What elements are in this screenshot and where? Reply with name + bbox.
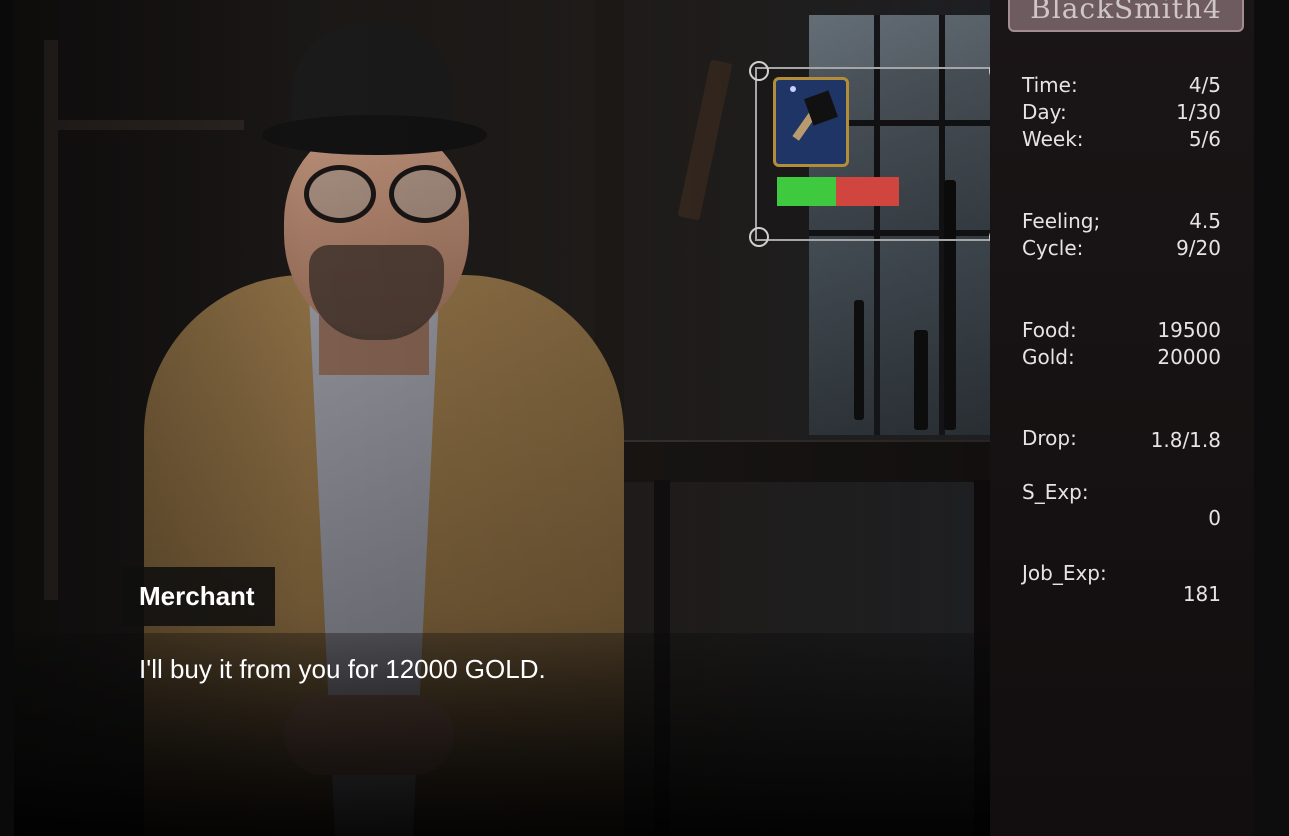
hammer-icon[interactable] [773,77,849,167]
game-logo: BlackSmith4 [1008,0,1244,32]
stat-food-value: 19500 [1157,318,1221,342]
ornament-corner [749,227,769,247]
stat-day-label: Day: [1022,100,1067,124]
stat-week-label: Week: [1022,127,1084,151]
forging-progress-fill [777,177,836,206]
stat-s-exp-value: 0 [1208,506,1221,530]
stat-job-exp-label: Job_Exp: [1022,561,1107,585]
stats-panel [990,0,1254,836]
right-border [1254,0,1289,836]
game-logo-text: BlackSmith4 [1030,0,1222,25]
stat-drop-value: 1.8/1.8 [1150,428,1221,452]
speaker-name-box: Merchant [122,567,275,626]
stat-gold-label: Gold: [1022,345,1075,369]
speaker-name: Merchant [139,581,255,611]
stat-cycle-value: 9/20 [1176,236,1221,260]
stat-gold-value: 20000 [1157,345,1221,369]
stat-feeling-value: 4.5 [1189,209,1221,233]
stat-food-label: Food: [1022,318,1077,342]
forging-progress-bar [777,177,899,206]
stat-day-value: 1/30 [1176,100,1221,124]
left-border [0,0,14,836]
stat-drop-label: Drop: [1022,426,1077,450]
ornament-corner [749,61,769,81]
dialogue-text[interactable]: I'll buy it from you for 12000 GOLD. [139,654,546,685]
stat-feeling-label: Feeling; [1022,209,1101,233]
stat-cycle-label: Cycle: [1022,236,1084,260]
stat-time-label: Time: [1022,73,1078,97]
stat-time-value: 4/5 [1188,73,1221,97]
stat-s-exp-label: S_Exp: [1022,480,1089,504]
sparkle-icon [790,86,796,92]
stat-week-value: 5/6 [1188,127,1221,151]
stat-job-exp-value: 181 [1182,582,1221,606]
